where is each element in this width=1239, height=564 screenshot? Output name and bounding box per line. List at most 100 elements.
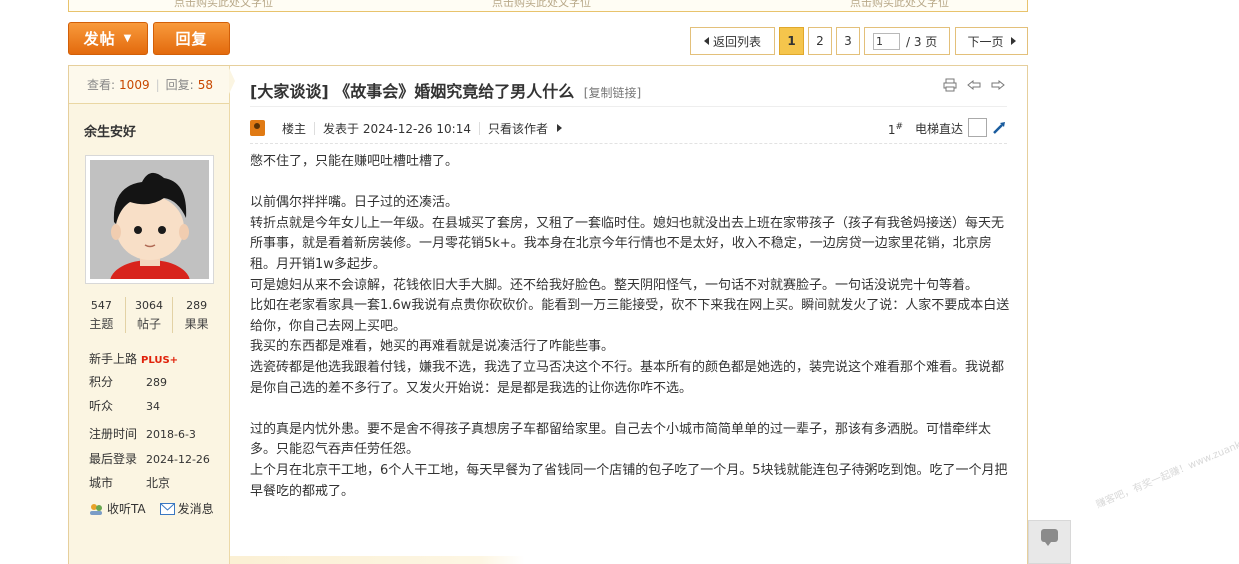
follow-button[interactable]: 收听TA: [89, 500, 146, 517]
post-time: 发表于 2024-12-26 10:14: [323, 121, 471, 136]
stat-label: 主题: [89, 317, 114, 331]
replies-count: 58: [197, 77, 213, 92]
ad-text[interactable]: 点击购买此处文字位: [174, 0, 273, 10]
cartoon-boy-icon: [90, 160, 209, 279]
credits-label: 积分: [89, 375, 114, 389]
next-page-label: 下一页: [967, 34, 1004, 49]
next-page-button[interactable]: 下一页: [955, 27, 1028, 55]
plus-badge: PLUS+: [141, 355, 179, 366]
user-rank: 新手上路 PLUS+: [89, 350, 178, 367]
arrow-right-icon: [556, 124, 562, 132]
post-paragraph: 转折点就是今年女儿上一年级。在县城买了套房，又租了一套临时住。媳妇也就没出去上班…: [250, 215, 1005, 272]
post-paragraph: 选瓷砖都是他选我跟着付钱，嫌我不选，我选了立马否决这个不行。基本所有的颜色都是她…: [250, 359, 1005, 396]
listeners-value: 34: [146, 400, 160, 413]
title-divider: [250, 106, 1007, 107]
post-main: [大家谈谈] 《故事会》婚姻究竟给了男人什么 [复制链接] 楼主 发表于 202…: [230, 66, 1027, 564]
elevator-go-icon[interactable]: [992, 120, 1007, 135]
chevron-down-icon: ▼: [123, 33, 133, 44]
post-footer-band: [230, 556, 525, 564]
post-paragraph: 我买的东西都是难看，她买的再难看就是说凑活行了咋能些事。: [250, 339, 615, 355]
new-post-button[interactable]: 发帖 ▼: [68, 22, 148, 55]
floor-number[interactable]: 1#: [888, 122, 903, 137]
post-content: 憋不住了，只能在赚吧吐槽吐槽了。 以前偶尔拌拌嘴。日子过的还凑活。转折点就是今年女…: [250, 152, 1010, 502]
listeners-label: 听众: [89, 399, 114, 413]
avatar[interactable]: [85, 155, 214, 284]
replies-label: 回复:: [165, 78, 194, 92]
post-paragraph: [250, 399, 1010, 420]
city-label: 城市: [89, 476, 114, 490]
rank-label[interactable]: 新手上路: [89, 352, 137, 366]
meta-separator: [478, 121, 480, 135]
elevator-input[interactable]: [968, 118, 987, 137]
send-message-label: 发消息: [177, 502, 214, 516]
post-paragraph: 以前偶尔拌拌嘴。日子过的还凑活。: [250, 195, 459, 211]
elevator-label: 电梯直达: [914, 122, 963, 136]
stat-posts[interactable]: 3064 帖子: [124, 297, 173, 333]
stat-threads[interactable]: 547 主题: [78, 297, 125, 333]
reg-row: 注册时间 2018-6-3: [89, 425, 196, 442]
next-thread-icon[interactable]: [991, 78, 1005, 92]
page-jump: 1 / 3 页: [864, 27, 950, 55]
new-post-label: 发帖: [83, 30, 116, 48]
copy-link-button[interactable]: [复制链接]: [584, 86, 641, 100]
back-to-list-label: 返回列表: [712, 34, 761, 49]
reply-label: 回复: [175, 30, 208, 48]
post-paragraph: 可是媳妇从来不会谅解，花钱依旧大手大脚。还不给我好脸色。整天阴阳怪气，一句话不对…: [250, 277, 979, 293]
stats-separator: |: [155, 77, 160, 92]
stat-label: 帖子: [137, 317, 162, 331]
stat-value: 547: [90, 299, 112, 312]
post-meta: 楼主 发表于 2024-12-26 10:14 只看该作者 1# 电梯直达: [250, 118, 1007, 138]
thread-title: [大家谈谈] 《故事会》婚姻究竟给了男人什么 [复制链接]: [250, 78, 641, 102]
op-label: 楼主: [282, 121, 307, 136]
follow-label: 收听TA: [107, 502, 146, 516]
send-message-button[interactable]: 发消息: [159, 500, 214, 517]
envelope-icon: [159, 503, 175, 515]
post-paragraph: 比如在老家看家具一套1.6w我说有点贵你砍砍价。能看到一万三能接受，砍不下来我在…: [250, 298, 1010, 334]
follow-icon: [89, 503, 104, 515]
meta-divider: [250, 143, 1007, 144]
stat-value: 3064: [135, 299, 163, 312]
quick-reply-button[interactable]: [1028, 520, 1071, 564]
reg-label: 注册时间: [89, 427, 138, 441]
post-paragraph: 憋不住了，只能在赚吧吐槽吐槽了。: [250, 154, 459, 169]
listeners-row: 听众 34: [89, 397, 160, 414]
page-2-button[interactable]: 2: [808, 27, 832, 55]
page-3-button[interactable]: 3: [836, 27, 860, 55]
credits-value: 289: [146, 376, 167, 389]
online-avatar-icon: [250, 120, 265, 136]
views-count: 1009: [119, 77, 150, 92]
reg-value: 2018-6-3: [146, 428, 196, 441]
previous-thread-icon[interactable]: [967, 78, 981, 92]
chat-bubble-icon: [1041, 529, 1058, 546]
ad-text[interactable]: 点击购买此处文字位: [492, 0, 591, 10]
author-stats: 547 主题 3064 帖子 289 果果: [78, 297, 220, 333]
stat-label: 果果: [184, 317, 209, 331]
ad-text[interactable]: 点击购买此处文字位: [850, 0, 949, 10]
author-actions: 收听TA 发消息: [89, 500, 214, 517]
print-icon[interactable]: [943, 78, 957, 92]
page-jump-input[interactable]: 1: [873, 32, 900, 50]
stat-fruits[interactable]: 289 果果: [172, 297, 220, 333]
city-row: 城市 北京: [89, 474, 170, 491]
last-login-row: 最后登录 2024-12-26: [89, 450, 210, 467]
arrow-left-icon: [703, 37, 709, 45]
last-login-label: 最后登录: [89, 452, 138, 466]
only-author-link[interactable]: 只看该作者: [488, 120, 548, 137]
page-1-button[interactable]: 1: [779, 27, 804, 55]
post-paragraph: 上个月在北京干工地，6个人干工地，每天早餐为了省钱同一个店铺的包子吃了一个月。5…: [250, 462, 1008, 499]
post-paragraph: 过的真是内忧外患。要不是舍不得孩子真想房子车都留给家里。自己去个小城市简简单单的…: [250, 421, 992, 458]
top-ad-strip: 点击购买此处文字位 点击购买此处文字位 点击购买此处文字位: [68, 0, 1028, 12]
thread-container: 查看: 1009 | 回复: 58 余生安好 547 主题 3064 帖子 28…: [68, 65, 1028, 564]
back-to-list-button[interactable]: 返回列表: [690, 27, 775, 55]
arrow-right-icon: [1010, 37, 1016, 45]
reply-button[interactable]: 回复: [153, 22, 230, 55]
floor-suffix: #: [895, 122, 903, 132]
city-value: 北京: [146, 476, 171, 490]
post-paragraph: [250, 173, 1010, 194]
credits-row: 积分 289: [89, 373, 167, 390]
last-login-value: 2024-12-26: [146, 453, 210, 466]
thread-title-text: [大家谈谈] 《故事会》婚姻究竟给了男人什么: [250, 82, 575, 101]
site-watermark: 赚客吧，有奖一起赚！www.zuanke8.com: [1094, 425, 1239, 511]
stat-value: 289: [186, 299, 208, 312]
avatar-image: [90, 160, 209, 279]
